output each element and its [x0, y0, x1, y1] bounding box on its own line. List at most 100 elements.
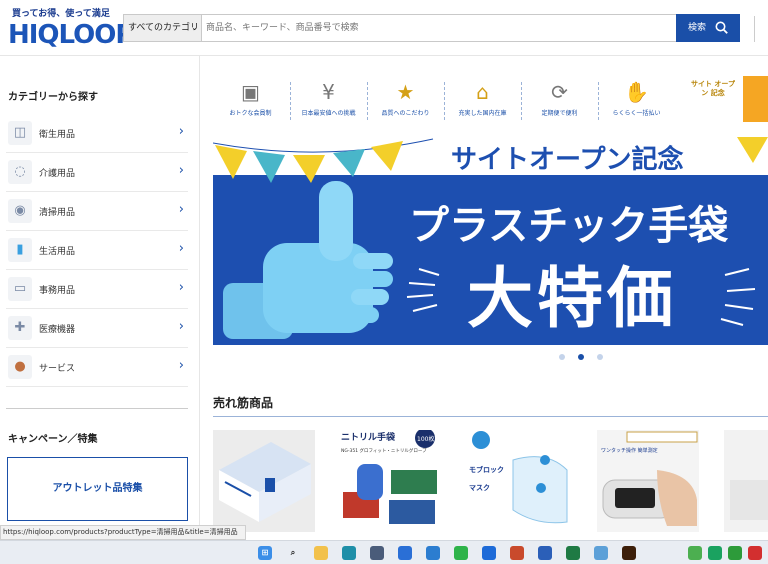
burst-lines [406, 268, 756, 326]
feature-label: 充実した国内在庫 [458, 110, 507, 117]
feature-quality[interactable]: ★ 品質へのこだわり [367, 78, 444, 122]
sidebar-item-label: 事務用品 [39, 286, 76, 296]
category-select[interactable]: すべてのカテゴリ ⌄ [124, 15, 202, 41]
carousel-dot-active[interactable] [578, 354, 584, 360]
category-select-value: すべてのカテゴリ [128, 23, 200, 33]
feature-member[interactable]: ▣ おトクな会員制 [212, 78, 289, 122]
yen-icon: ¥ [322, 80, 335, 104]
search-input[interactable] [206, 19, 666, 37]
sidebar-item-office[interactable]: ▭ 事務用品 › [6, 270, 188, 309]
sidebar-item-medical[interactable]: ✚ 医療機器 › [6, 309, 188, 348]
mask-icon: ◫ [8, 121, 32, 145]
sidebar-item-cleaning[interactable]: ◉ 清掃用品 › [6, 192, 188, 231]
campaign-title: キャンペーン／特集 [8, 434, 98, 445]
logo-text: HIQLOOP [8, 20, 134, 50]
nitrile-gloves-image: ニトリル手袋 100枚入 NG-351 グロフィット・ニトリルグローブ [339, 430, 441, 532]
feature-label: らくらく一括払い [612, 110, 661, 117]
product-text: ワンタッチ操作 簡単測定 [601, 447, 658, 454]
oximeter-image: ワンタッチ操作 簡単測定 [597, 430, 699, 532]
product-card-mask[interactable]: モブロック マスク [467, 430, 569, 532]
writer-icon[interactable] [482, 546, 496, 560]
logo-tagline: 買ってお得、使って満足 [12, 9, 110, 19]
wechat-icon[interactable] [454, 546, 468, 560]
medical-icon: ✚ [8, 316, 32, 340]
product-text-1: モブロック [469, 465, 504, 474]
hero-banner[interactable]: サイトオープン記念 プラスチック手袋 大特価 [213, 133, 768, 345]
product-subtitle: NG-351 グロフィット・ニトリルグローブ [341, 447, 427, 454]
tray-app-icon[interactable] [728, 546, 742, 560]
sidebar-item-hygiene[interactable]: ◫ 衛生用品 › [6, 114, 188, 153]
bestsellers-divider [213, 416, 768, 417]
header-account-area[interactable] [754, 16, 768, 42]
chevron-right-icon: › [178, 358, 184, 373]
sidebar-item-label: 清掃用品 [39, 208, 76, 218]
cloud-sync-icon[interactable] [708, 546, 722, 560]
search-icon [715, 21, 728, 34]
feature-label: 日本最安値への挑戦 [301, 110, 356, 117]
product-card-nitrile[interactable]: ニトリル手袋 100枚入 NG-351 グロフィット・ニトリルグローブ [339, 430, 441, 532]
orange-side-badge[interactable] [743, 76, 768, 122]
search-icon[interactable]: ⌕ [286, 546, 300, 560]
illustrator-icon[interactable] [622, 546, 636, 560]
care-icon: ◌ [8, 160, 32, 184]
sidebar-item-label: 医療機器 [39, 325, 76, 335]
carousel-dot[interactable] [597, 354, 603, 360]
partial-product-image [724, 430, 768, 532]
spray-icon: ◉ [8, 199, 32, 223]
store-icon[interactable] [370, 546, 384, 560]
product-badge: 100枚入 [417, 435, 440, 443]
chevron-right-icon: › [178, 319, 184, 334]
anniversary-badge: サイト オープン 記念 [690, 80, 736, 97]
product-card-glove-box[interactable] [213, 430, 315, 532]
category-list: ◫ 衛生用品 › ◌ 介護用品 › ◉ 清掃用品 › ▮ 生活用品 › ▭ 事務… [6, 114, 188, 387]
glove-box-image [213, 430, 315, 532]
word-icon[interactable] [538, 546, 552, 560]
feature-payment[interactable]: ✋ らくらく一括払い [598, 78, 675, 122]
search-button[interactable]: 検索 [676, 14, 740, 42]
chevron-right-icon: › [178, 202, 184, 217]
feature-label: 定期便で便利 [541, 110, 578, 117]
mask-product-image: モブロック マスク [467, 430, 569, 532]
feature-subscription[interactable]: ⟳ 定期便で便利 [521, 78, 598, 122]
outlook-icon[interactable] [398, 546, 412, 560]
site-logo[interactable]: 買ってお得、使って満足 HIQLOOP [6, 6, 134, 52]
sidebar-item-label: サービス [39, 364, 76, 374]
carousel-dot[interactable] [559, 354, 565, 360]
sidebar-item-service[interactable]: ● サービス › [6, 348, 188, 387]
sidebar-item-label: 衛生用品 [39, 130, 76, 140]
notepad-icon[interactable] [426, 546, 440, 560]
product-title: ニトリル手袋 [341, 431, 396, 443]
windows-taskbar: ⊞ ⌕ [0, 540, 768, 564]
sidebar-item-care[interactable]: ◌ 介護用品 › [6, 153, 188, 192]
outlet-feature-button[interactable]: アウトレット品特集 [7, 457, 188, 521]
bestsellers-title: 売れ筋商品 [213, 396, 274, 410]
feature-stock[interactable]: ⌂ 充実した国内在庫 [444, 78, 521, 122]
feature-strip: ▣ おトクな会員制 ¥ 日本最安値への挑戦 ★ 品質へのこだわり ⌂ 充実した国… [212, 78, 768, 122]
browser-status-url: https://hiqloop.com/products?productType… [0, 525, 246, 540]
chevron-down-icon: ⌄ [191, 23, 198, 32]
feature-lowest-price[interactable]: ¥ 日本最安値への挑戦 [290, 78, 367, 122]
sidebar-title: カテゴリーから探す [8, 92, 98, 103]
google-drive-icon[interactable] [688, 546, 702, 560]
chevron-right-icon: › [178, 163, 184, 178]
feature-label: 品質へのこだわり [381, 110, 430, 117]
sidebar-item-daily[interactable]: ▮ 生活用品 › [6, 231, 188, 270]
category-sidebar: カテゴリーから探す ◫ 衛生用品 › ◌ 介護用品 › ◉ 清掃用品 › ▮ 生… [0, 56, 200, 526]
product-card-partial[interactable] [724, 430, 768, 532]
member-card-icon: ▣ [241, 80, 260, 104]
app-icon[interactable] [594, 546, 608, 560]
edge-browser-icon[interactable] [342, 546, 356, 560]
windows-start-icon[interactable]: ⊞ [258, 546, 272, 560]
sidebar-divider [6, 408, 188, 409]
site-header: 買ってお得、使って満足 HIQLOOP すべてのカテゴリ ⌄ 検索 [0, 0, 768, 56]
product-card-oximeter[interactable]: ワンタッチ操作 簡単測定 [597, 430, 699, 532]
file-explorer-icon[interactable] [314, 546, 328, 560]
search-button-label: 検索 [688, 23, 707, 33]
bottle-icon: ▮ [8, 238, 32, 262]
powerpoint-icon[interactable] [510, 546, 524, 560]
feature-label: おトクな会員制 [229, 110, 272, 117]
sidebar-item-label: 生活用品 [39, 247, 76, 257]
security-icon[interactable] [748, 546, 762, 560]
excel-icon[interactable] [566, 546, 580, 560]
chevron-right-icon: › [178, 124, 184, 139]
